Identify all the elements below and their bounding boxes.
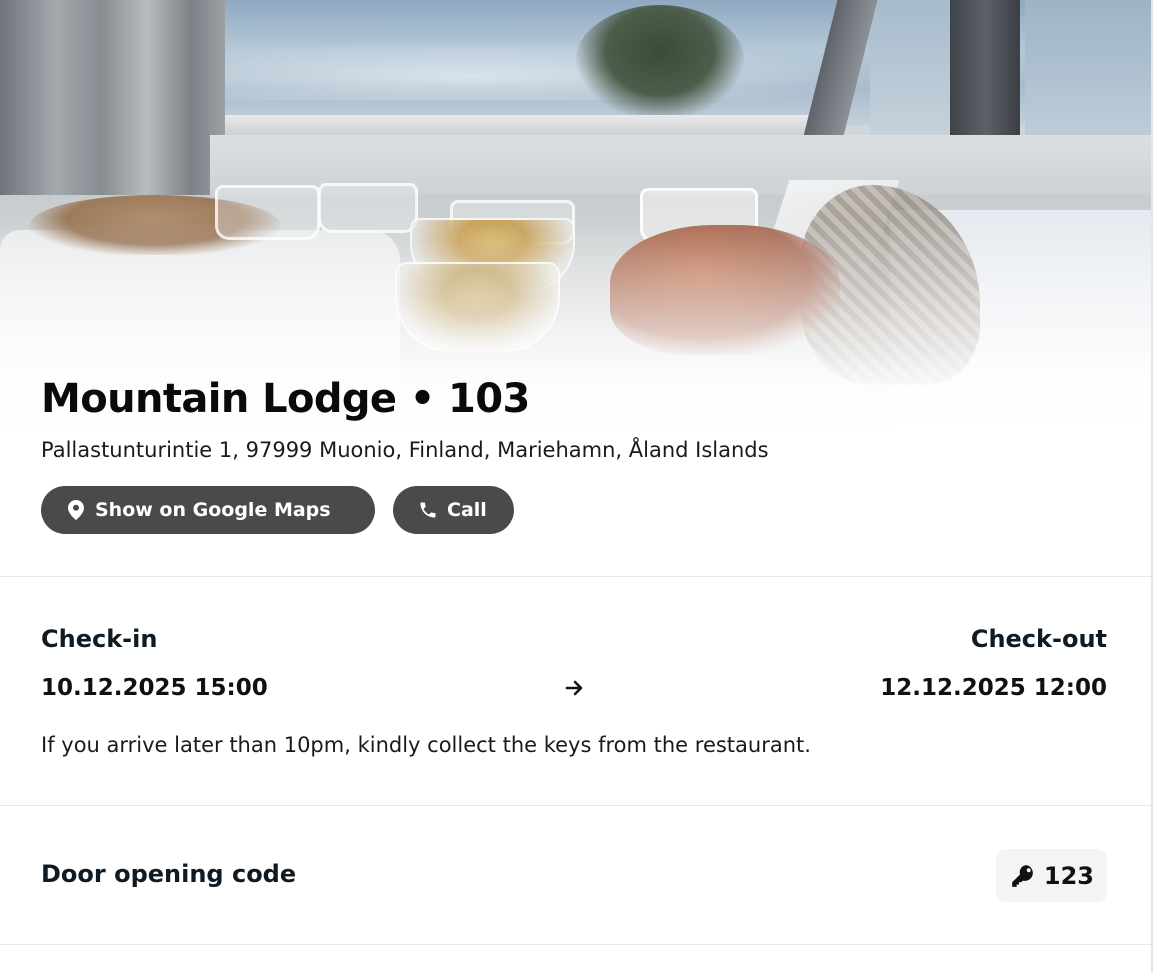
door-code-value: 123 <box>1043 861 1094 890</box>
section-divider <box>0 805 1151 806</box>
key-icon <box>1010 863 1036 889</box>
call-button[interactable]: Call <box>393 486 514 534</box>
booking-page: Mountain Lodge • 103 Pallastunturintie 1… <box>0 0 1153 973</box>
checkin-label: Check-in <box>41 625 158 653</box>
checkout-datetime: 12.12.2025 12:00 <box>880 675 1107 701</box>
late-arrival-note: If you arrive later than 10pm, kindly co… <box>41 733 811 757</box>
arrow-right-icon <box>565 680 583 696</box>
property-address: Pallastunturintie 1, 97999 Muonio, Finla… <box>41 438 769 462</box>
call-label: Call <box>447 499 487 521</box>
door-code-label: Door opening code <box>41 860 297 888</box>
section-divider <box>0 576 1151 577</box>
show-on-google-maps-button[interactable]: Show on Google Maps <box>41 486 375 534</box>
door-code-chip: 123 <box>995 849 1107 902</box>
checkin-datetime: 10.12.2025 15:00 <box>41 675 268 701</box>
show-on-google-maps-label: Show on Google Maps <box>95 499 331 521</box>
checkout-label: Check-out <box>970 625 1107 653</box>
map-pin-icon <box>66 499 86 521</box>
section-divider <box>0 944 1151 945</box>
property-title: Mountain Lodge • 103 <box>41 376 530 422</box>
phone-icon <box>418 499 438 521</box>
